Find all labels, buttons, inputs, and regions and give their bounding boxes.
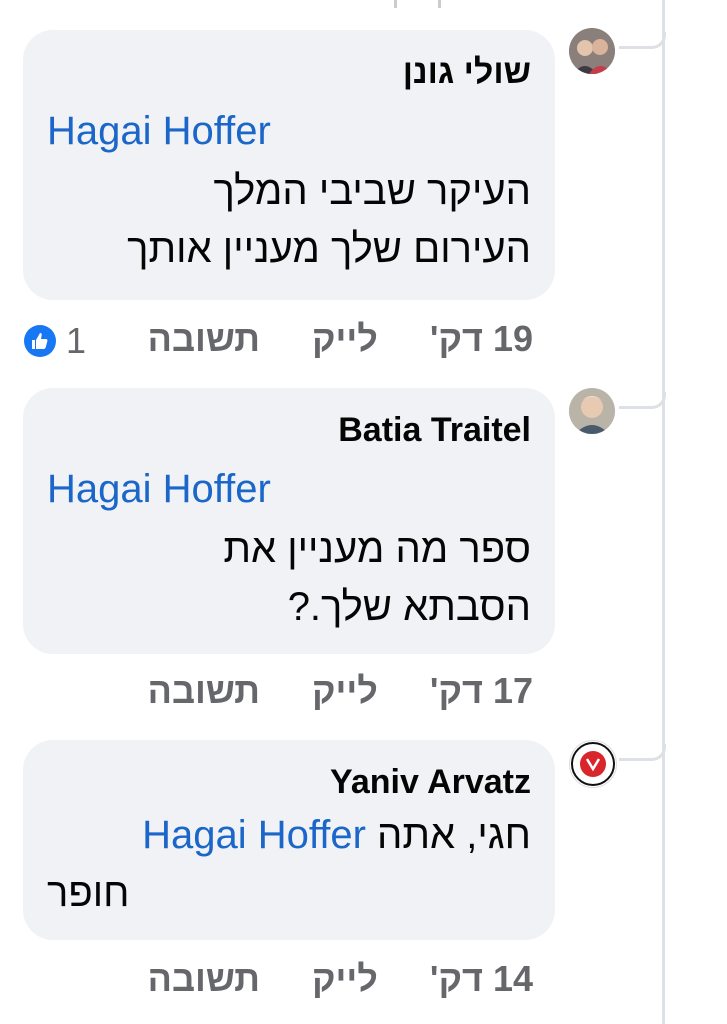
avatar[interactable] (569, 28, 615, 74)
avatar[interactable] (569, 740, 617, 788)
comment-author[interactable]: Batia Traitel (47, 410, 531, 450)
club-logo-icon (571, 742, 615, 786)
scroll-stub (394, 0, 397, 8)
comment-text: העירום שלך מעניין אותך (127, 227, 531, 271)
thread-branch (619, 744, 666, 761)
comment-time[interactable]: 14 דק' (430, 958, 533, 999)
comment-author[interactable]: שולי גונן (47, 52, 531, 92)
reply-button[interactable]: תשובה (148, 958, 260, 999)
mention-link[interactable]: Hagai Hoffer (47, 464, 531, 514)
comment-text: העיקר שביבי המלך (213, 169, 531, 213)
comment-actions: 19 דק' לייק תשובה (106, 318, 533, 360)
comment-actions: 17 דק' לייק תשובה (106, 670, 533, 712)
mention-link[interactable]: Hagai Hoffer (142, 810, 366, 860)
thread-branch (619, 32, 666, 49)
comment-text: הסבתא שלך.? (287, 585, 531, 629)
thread-branch (619, 392, 666, 409)
reply-button[interactable]: תשובה (148, 670, 260, 711)
comment-text-line: חגי, אתה Hagai Hoffer (47, 806, 531, 864)
avatar-photo-icon (569, 388, 615, 434)
reply-button[interactable]: תשובה (148, 318, 260, 359)
comment-bubble: שולי גונן Hagai Hoffer העיקר שביבי המלך … (23, 30, 555, 300)
like-button[interactable]: לייק (312, 958, 378, 999)
comment-bubble: Batia Traitel Hagai Hoffer ספר מה מעניין… (23, 388, 555, 654)
like-button[interactable]: לייק (312, 318, 378, 359)
comment-time[interactable]: 19 דק' (430, 318, 533, 359)
reaction-count: 1 (66, 320, 87, 361)
comment-actions: 14 דק' לייק תשובה (106, 958, 533, 1000)
avatar[interactable] (569, 388, 615, 434)
avatar-photo-icon (569, 28, 615, 74)
reaction-summary[interactable]: 1 (24, 320, 86, 362)
comment-author[interactable]: Yaniv Arvatz (47, 762, 531, 802)
scroll-stub (438, 0, 441, 8)
comment-text: ספר מה מעניין את (223, 527, 531, 571)
comment-time[interactable]: 17 דק' (430, 670, 533, 711)
comment-text: חגי, אתה (377, 813, 531, 857)
like-reaction-icon (24, 325, 56, 357)
like-button[interactable]: לייק (312, 670, 378, 711)
thread-line (662, 0, 665, 1024)
mention-link[interactable]: Hagai Hoffer (47, 106, 531, 156)
comment-bubble: Yaniv Arvatz חגי, אתה Hagai Hoffer חופר (23, 740, 555, 940)
comment-text: חופר (47, 871, 130, 915)
